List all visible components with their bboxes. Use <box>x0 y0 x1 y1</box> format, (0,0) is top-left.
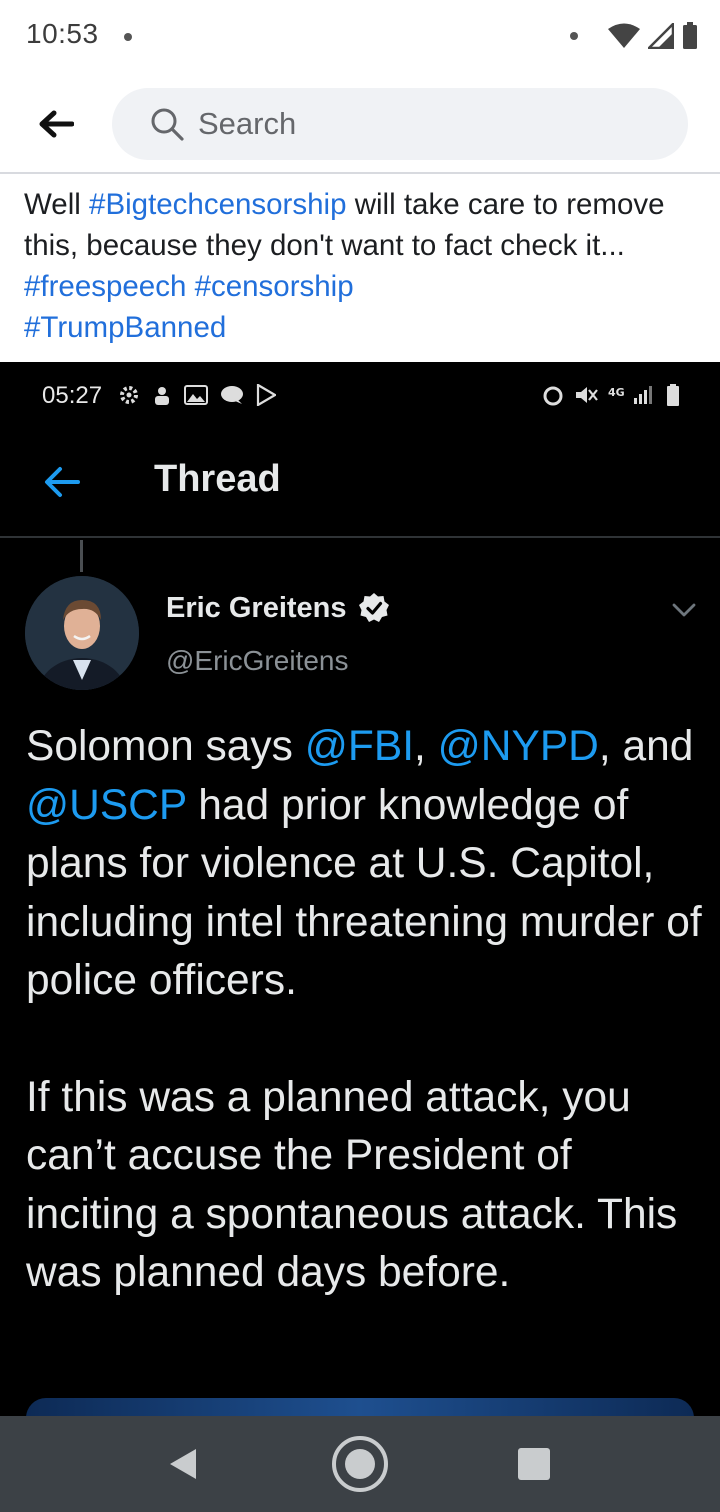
avatar[interactable] <box>25 576 139 690</box>
status-time: 10:53 <box>26 18 99 49</box>
signal-4g-icon: 4G <box>608 386 652 404</box>
thread-title: Thread <box>154 458 281 500</box>
embedded-system-icons: 4G <box>542 384 680 406</box>
back-arrow-icon[interactable] <box>40 460 84 504</box>
hashtag-link[interactable]: #Bigtechcensorship <box>89 188 346 221</box>
back-arrow-icon <box>39 110 74 138</box>
hashtag-link[interactable]: #freespeech <box>24 270 186 303</box>
post-text-segment: Well <box>24 188 90 221</box>
embedded-status-time: 05:27 <box>42 382 103 409</box>
embedded-status-bar: 05:27 4G <box>0 362 720 432</box>
verified-badge-icon <box>359 593 389 622</box>
gear-icon <box>120 386 138 404</box>
notification-dot-icon <box>570 32 578 40</box>
signal-icon <box>648 23 674 49</box>
post-text: Well #Bigtechcensorship will take care t… <box>0 176 720 362</box>
status-bar: 10:53 <box>0 0 720 76</box>
system-nav-bar <box>0 1416 720 1512</box>
tweet-media-preview[interactable] <box>26 1398 694 1416</box>
mention-link[interactable]: @USCP <box>26 782 186 829</box>
search-input[interactable]: Search <box>112 88 688 160</box>
status-icons <box>570 20 698 52</box>
back-button[interactable] <box>30 98 82 150</box>
mute-icon <box>576 387 598 403</box>
mention-link[interactable]: @NYPD <box>438 723 599 770</box>
hashtag-link[interactable]: #censorship <box>195 270 354 303</box>
tweet-text: Solomon says @FBI, @NYPD, and @USCP had … <box>26 718 706 1303</box>
battery-icon <box>667 384 679 406</box>
alarm-icon <box>543 386 563 406</box>
battery-icon <box>683 22 697 49</box>
post-text-segment <box>186 270 194 303</box>
app-notification-icon <box>155 387 169 405</box>
nav-recents-icon[interactable] <box>518 1448 550 1480</box>
chevron-down-icon[interactable] <box>670 596 698 624</box>
play-store-icon <box>256 384 276 406</box>
avatar-photo <box>25 576 139 690</box>
tweet-paragraph: Solomon says @FBI, @NYPD, and @USCP had … <box>26 718 706 1011</box>
search-placeholder: Search <box>198 106 297 141</box>
nav-back-icon[interactable] <box>166 1446 200 1482</box>
message-icon <box>221 386 243 404</box>
tweet-text-segment: , and <box>598 723 694 770</box>
search-icon <box>151 108 184 141</box>
embedded-notification-icons <box>118 384 276 406</box>
tweet-paragraph: If this was a planned attack, you can’t … <box>26 1073 678 1297</box>
author-handle[interactable]: @EricGreitens <box>166 645 348 677</box>
hashtag-link[interactable]: #TrumpBanned <box>24 311 226 344</box>
image-icon <box>184 385 208 405</box>
post-image[interactable]: 05:27 4G Thread Eric Greitens @EricGreit… <box>0 362 720 1416</box>
author-name[interactable]: Eric Greitens <box>166 592 347 625</box>
wifi-icon <box>608 23 640 48</box>
svg-text:4G: 4G <box>608 386 625 399</box>
tweet-text-segment: Solomon says <box>26 723 305 770</box>
thread-connector-line <box>80 540 83 572</box>
nav-home-icon[interactable] <box>330 1434 390 1494</box>
notification-dot-icon <box>124 33 132 41</box>
thread-header: Thread <box>0 432 720 538</box>
mention-link[interactable]: @FBI <box>305 723 414 770</box>
tweet-text-segment: , <box>414 723 438 770</box>
search-header: Search <box>0 76 720 174</box>
